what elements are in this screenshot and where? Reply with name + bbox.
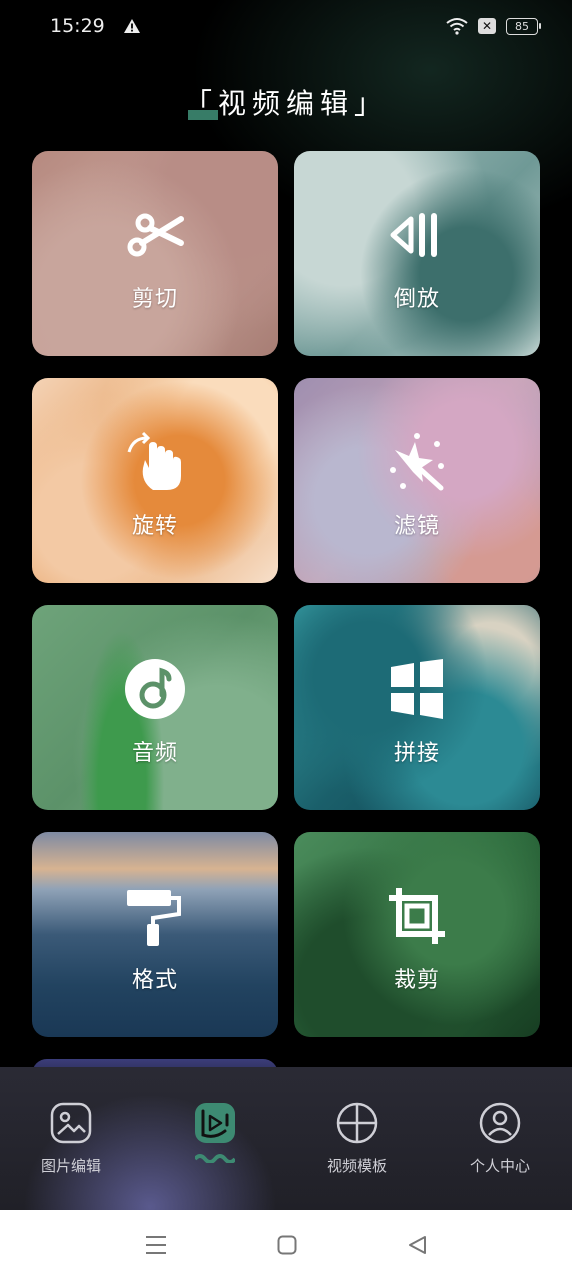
windows-grid-icon: [391, 659, 443, 719]
page-title: 「视频编辑」: [183, 87, 389, 120]
tool-label: 拼接: [393, 741, 440, 766]
tool-label: 倒放: [393, 287, 440, 312]
menu-icon[interactable]: [145, 1235, 167, 1255]
tool-card-cut[interactable]: 剪切: [32, 151, 278, 356]
tab-image-edit[interactable]: 图片编辑: [16, 1101, 126, 1176]
tool-label: 裁剪: [393, 968, 440, 993]
battery-level: 85: [515, 19, 529, 33]
tab-video-edit[interactable]: [160, 1101, 270, 1169]
tool-label: 音频: [131, 741, 178, 766]
rewind-icon: [390, 213, 437, 257]
active-wave-indicator: [195, 1154, 235, 1163]
back-icon[interactable]: [407, 1235, 427, 1255]
tool-card-splice[interactable]: 拼接: [294, 605, 540, 810]
home-icon[interactable]: [277, 1235, 297, 1255]
sim-off-icon: ✕: [478, 18, 496, 34]
rotate-hand-icon: [127, 431, 181, 490]
scissors-icon: [127, 213, 184, 257]
tool-card-reverse[interactable]: 倒放: [294, 151, 540, 356]
battery-icon: 85: [506, 17, 541, 35]
tool-card-rotate[interactable]: 旋转: [32, 378, 278, 583]
music-note-icon: [125, 659, 185, 719]
tool-label: 剪切: [131, 287, 178, 312]
paint-roller-icon: [127, 890, 181, 946]
status-time: 15:29: [50, 15, 105, 37]
tool-label: 滤镜: [393, 514, 440, 539]
status-bar: 15:29 ✕ 85: [0, 0, 572, 52]
template-icon: [336, 1102, 378, 1144]
warning-icon: [123, 19, 140, 33]
image-icon: [50, 1102, 92, 1144]
tab-profile[interactable]: 个人中心: [445, 1101, 555, 1176]
video-play-icon: [195, 1103, 235, 1143]
user-icon: [479, 1102, 521, 1144]
wifi-icon: [446, 18, 468, 35]
tab-label: 视频模板: [326, 1157, 387, 1175]
tool-label: 格式: [131, 968, 178, 993]
crop-icon: [389, 888, 445, 944]
header: 「视频编辑」: [0, 82, 572, 122]
page-title-text: 视频编辑: [217, 87, 354, 120]
system-nav-bar: [0, 1210, 572, 1280]
tool-card-audio[interactable]: 音频: [32, 605, 278, 810]
tool-card-format[interactable]: 格式: [32, 832, 278, 1037]
magic-wand-icon: [390, 433, 444, 491]
tool-card-crop[interactable]: 裁剪: [294, 832, 540, 1037]
tool-label: 旋转: [131, 514, 178, 539]
tab-label: 个人中心: [469, 1157, 530, 1175]
tool-card-filter[interactable]: 滤镜: [294, 378, 540, 583]
tab-video-template[interactable]: 视频模板: [302, 1101, 412, 1176]
tab-label: 图片编辑: [40, 1157, 101, 1175]
bottom-tab-bar: 图片编辑 视频模板 个人中心: [0, 1067, 572, 1210]
